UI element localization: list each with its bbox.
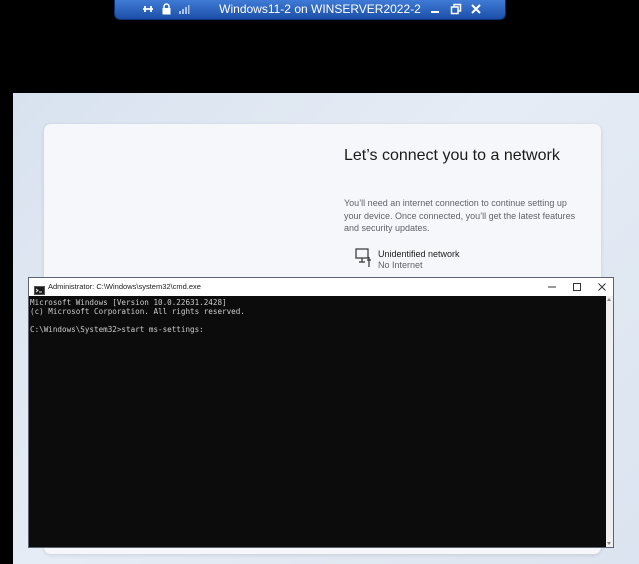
console-prompt-line[interactable]: C:\Windows\System32>start ms-settings: [30, 325, 204, 334]
cmd-app-icon [34, 282, 45, 295]
signal-icon[interactable] [177, 2, 191, 16]
pin-icon[interactable] [141, 2, 155, 16]
setup-description: You’ll need an internet connection to co… [344, 198, 576, 233]
minimize-icon[interactable] [545, 280, 559, 294]
close-icon[interactable] [595, 280, 609, 294]
console-line: (c) Microsoft Corporation. All rights re… [30, 307, 245, 316]
cmd-scrollbar[interactable] [606, 296, 613, 547]
restore-icon[interactable] [448, 2, 464, 16]
cmd-title: Administrator: C:\Windows\system32\cmd.e… [48, 282, 201, 291]
maximize-icon[interactable] [570, 280, 584, 294]
rdp-title: Windows11-2 on WINSERVER2022-2 [219, 2, 421, 16]
cmd-window[interactable]: Administrator: C:\Windows\system32\cmd.e… [28, 277, 614, 548]
rdp-connection-bar: Windows11-2 on WINSERVER2022-2 [114, 0, 506, 20]
scroll-down-icon[interactable] [607, 542, 611, 545]
page-title: Let’s connect you to a network [344, 147, 560, 164]
console-line: Microsoft Windows [Version 10.0.22631.24… [30, 298, 227, 307]
minimize-icon[interactable] [427, 2, 443, 16]
cmd-console[interactable]: Microsoft Windows [Version 10.0.22631.24… [29, 296, 606, 547]
close-icon[interactable] [468, 2, 484, 16]
network-status: No Internet [378, 260, 423, 270]
wired-network-icon [355, 248, 373, 273]
lock-icon [159, 2, 173, 16]
network-name[interactable]: Unidentified network [378, 249, 460, 259]
scroll-up-icon[interactable] [607, 298, 611, 301]
cmd-titlebar[interactable]: Administrator: C:\Windows\system32\cmd.e… [29, 278, 613, 296]
